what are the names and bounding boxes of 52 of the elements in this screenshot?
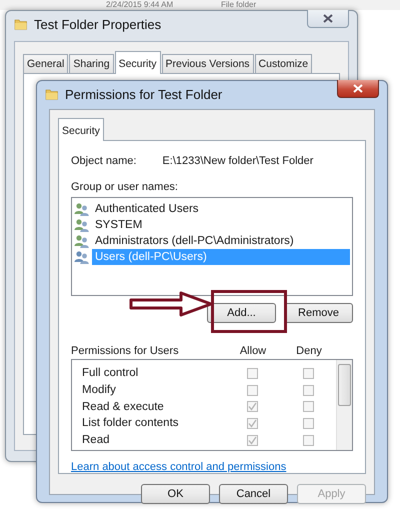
object-name: E:\1233\New folder\Test Folder: [162, 155, 314, 167]
help-link[interactable]: Learn about access control and permissions: [71, 461, 286, 473]
checkbox[interactable]: [302, 434, 314, 446]
close-button[interactable]: [337, 80, 379, 98]
users-icon: [74, 250, 90, 264]
button[interactable]: OK: [141, 484, 210, 504]
users-icon: [74, 234, 90, 248]
button[interactable]: Remove: [284, 302, 353, 323]
item-type: File folder: [221, 0, 256, 9]
window-title: Permissions for Test Folder: [65, 86, 222, 102]
list-item[interactable]: SYSTEM: [92, 217, 350, 233]
list-item[interactable]: Authenticated Users: [92, 201, 350, 217]
permission-name: Modify: [82, 384, 117, 396]
permission-name: Full control: [82, 367, 140, 380]
date-modified: 2/24/2015 9:44 AM: [106, 0, 174, 9]
checkbox[interactable]: [246, 368, 258, 379]
window-title: Test Folder Properties: [34, 16, 162, 32]
button[interactable]: Cancel: [219, 484, 288, 504]
column-header: Deny: [295, 344, 323, 357]
permissions-label: Permissions for Users: [71, 344, 180, 357]
close-icon: [323, 14, 333, 23]
column-header: Allow: [238, 344, 268, 357]
object-name-label: Object name:: [71, 155, 136, 167]
tab[interactable]: General: [23, 54, 68, 73]
folder-icon: [45, 87, 59, 101]
close-icon: [353, 84, 363, 93]
permission-name: Read & execute: [82, 400, 165, 413]
checkbox[interactable]: [246, 401, 258, 412]
button[interactable]: Add...: [207, 302, 276, 323]
folder-icon: [14, 17, 28, 31]
close-button[interactable]: [307, 10, 349, 28]
checkbox[interactable]: [302, 401, 314, 412]
users-icon: [74, 218, 90, 232]
tab[interactable]: Customize: [254, 54, 312, 73]
tab[interactable]: Previous Versions: [162, 54, 254, 73]
tab[interactable]: Sharing: [69, 54, 114, 73]
file-list-row[interactable]: 2/24/2015 9:44 AM File folder: [0, 0, 400, 10]
tab[interactable]: Security: [114, 51, 160, 74]
checkbox[interactable]: [246, 418, 258, 429]
checkbox[interactable]: [246, 384, 258, 396]
checkbox[interactable]: [246, 434, 258, 446]
scrollbar[interactable]: [336, 360, 352, 450]
tab[interactable]: Security: [58, 118, 104, 141]
checkbox[interactable]: [302, 384, 314, 396]
checkbox[interactable]: [302, 368, 314, 379]
list-item[interactable]: Administrators (dell-PC\Administrators): [92, 233, 350, 249]
permission-name: List folder contents: [82, 417, 180, 430]
checkbox[interactable]: [302, 418, 314, 429]
users-icon: [74, 202, 90, 216]
group-label: Group or user names:: [71, 181, 179, 193]
arrow-icon: [129, 290, 213, 317]
permission-name: Read: [82, 434, 110, 446]
